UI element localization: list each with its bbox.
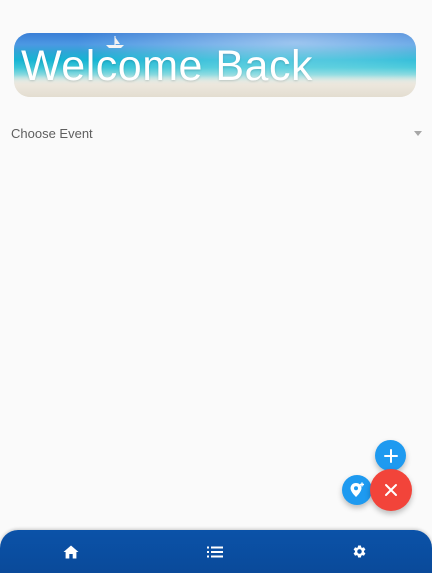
close-button[interactable] (370, 469, 412, 511)
nav-item-list[interactable] (185, 530, 245, 573)
bottom-navigation-bar (0, 530, 432, 573)
plus-icon (383, 448, 398, 463)
add-location-icon (350, 482, 364, 497)
gear-icon (353, 545, 365, 558)
add-location-button[interactable] (342, 475, 372, 505)
welcome-banner: Welcome Back (14, 33, 416, 97)
nav-item-home[interactable] (41, 530, 101, 573)
choose-event-label: Choose Event (11, 126, 93, 141)
close-icon (385, 484, 397, 496)
choose-event-dropdown[interactable]: Choose Event (11, 120, 426, 148)
dropdown-arrow-icon (414, 131, 422, 136)
list-icon (207, 546, 223, 557)
nav-item-settings[interactable] (329, 530, 389, 573)
home-icon (63, 545, 79, 558)
banner-title: Welcome Back (21, 42, 313, 90)
add-button[interactable] (375, 440, 406, 471)
